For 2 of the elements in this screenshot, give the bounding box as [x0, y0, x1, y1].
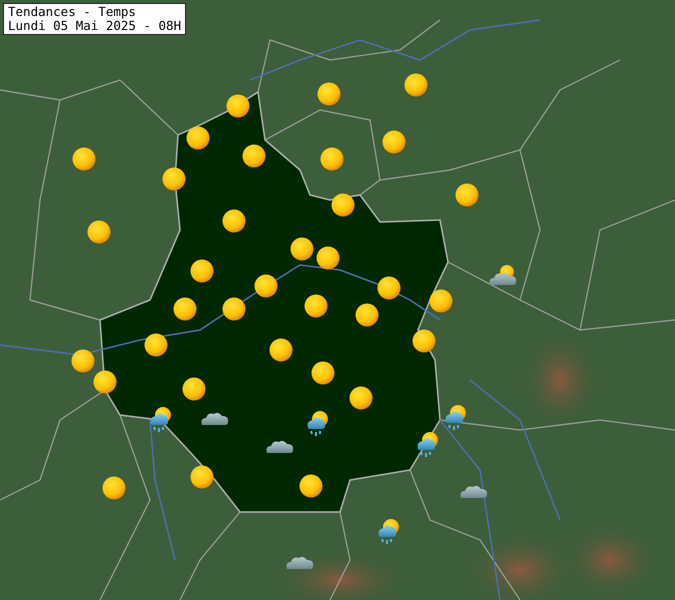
date-line: Lundi 05 Mai 2025 - 08H [8, 19, 182, 33]
title-line: Tendances - Temps [8, 5, 137, 19]
